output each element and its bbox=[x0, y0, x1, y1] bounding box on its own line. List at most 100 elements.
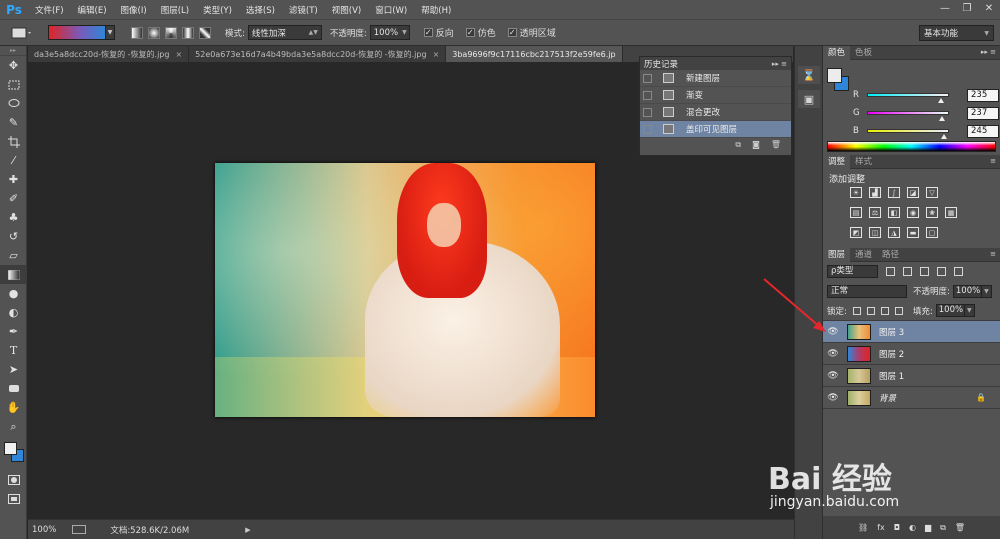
color-balance-icon[interactable]: ⚖ bbox=[869, 207, 881, 218]
history-source-checkbox[interactable] bbox=[643, 124, 652, 134]
workspace-select[interactable]: 基本功能 ▼ bbox=[919, 25, 994, 41]
menu-filter[interactable]: 滤镜(T) bbox=[282, 4, 325, 16]
screen-mode-icon[interactable] bbox=[0, 489, 27, 508]
document-tab-active[interactable]: 3ba9696f9c17116cbc217513f2e59fe6.jp bbox=[446, 46, 623, 62]
menu-file[interactable]: 文件(F) bbox=[28, 4, 71, 16]
new-document-from-state-icon[interactable]: ⧉ bbox=[735, 140, 741, 150]
invert-icon[interactable]: ◩ bbox=[850, 227, 862, 238]
clone-stamp-tool-icon[interactable]: ♣ bbox=[0, 208, 27, 227]
mode-select[interactable]: 线性加深 ▲▼ bbox=[247, 25, 322, 40]
hand-tool-icon[interactable]: ✋ bbox=[0, 398, 27, 417]
black-white-icon[interactable]: ◧ bbox=[888, 207, 900, 218]
history-item[interactable]: 混合更改 bbox=[640, 104, 791, 121]
layer-style-fx-icon[interactable]: fx bbox=[877, 523, 885, 532]
link-layers-icon[interactable]: ⛓ bbox=[858, 523, 868, 532]
trash-icon[interactable]: 🗑 bbox=[955, 523, 965, 532]
visibility-eye-icon[interactable]: 👁 bbox=[823, 371, 843, 381]
pixel-filter-icon[interactable] bbox=[886, 267, 895, 276]
tab-paths[interactable]: 路径 bbox=[877, 248, 904, 262]
eyedropper-tool-icon[interactable]: ⁄ bbox=[0, 151, 27, 170]
foreground-color-swatch[interactable] bbox=[4, 442, 17, 455]
layer-row[interactable]: 👁 图层 1 bbox=[823, 365, 1000, 387]
history-panel-icon[interactable]: ⌛ bbox=[798, 66, 820, 84]
panel-grip-icon[interactable]: ▸▸ bbox=[0, 46, 26, 56]
reflected-gradient-icon[interactable] bbox=[182, 26, 194, 39]
eraser-tool-icon[interactable]: ▱ bbox=[0, 246, 27, 265]
close-icon[interactable]: × bbox=[175, 50, 182, 59]
brightness-contrast-icon[interactable]: ☀ bbox=[850, 187, 862, 198]
visibility-eye-icon[interactable]: 👁 bbox=[823, 327, 843, 337]
red-slider[interactable] bbox=[867, 93, 949, 103]
history-item[interactable]: 新建图层 bbox=[640, 70, 791, 87]
levels-icon[interactable]: ▟ bbox=[869, 187, 881, 198]
trash-icon[interactable]: 🗑 bbox=[771, 140, 781, 149]
menu-help[interactable]: 帮助(H) bbox=[414, 4, 458, 16]
crop-tool-icon[interactable] bbox=[0, 132, 27, 151]
rectangle-tool-icon[interactable] bbox=[0, 379, 27, 398]
layer-name[interactable]: 图层 3 bbox=[879, 326, 904, 338]
slider-knob-icon[interactable] bbox=[939, 116, 945, 121]
tab-color[interactable]: 颜色 bbox=[823, 45, 851, 60]
vibrance-icon[interactable]: ▽ bbox=[926, 187, 938, 198]
layer-opacity-field[interactable]: 100% bbox=[952, 284, 982, 298]
menu-select[interactable]: 选择(S) bbox=[239, 4, 282, 16]
panel-menu-icon[interactable]: ≡ bbox=[990, 250, 996, 258]
lock-all-icon[interactable] bbox=[894, 306, 903, 315]
layer-row[interactable]: 👁 图层 3 bbox=[823, 321, 1000, 343]
blend-mode-select[interactable]: 正常 bbox=[827, 284, 907, 298]
minimize-icon[interactable]: — bbox=[934, 0, 956, 16]
layer-row[interactable]: 👁 背景 🔒 bbox=[823, 387, 1000, 409]
green-value[interactable]: 237 bbox=[967, 106, 999, 120]
linear-gradient-icon[interactable] bbox=[131, 26, 143, 39]
quick-mask-icon[interactable] bbox=[0, 470, 27, 489]
layer-name[interactable]: 背景 bbox=[879, 392, 896, 404]
history-brush-tool-icon[interactable]: ↺ bbox=[0, 227, 27, 246]
opacity-field[interactable]: 100% ▼ bbox=[369, 25, 410, 40]
tab-history[interactable]: 历史记录 bbox=[644, 58, 678, 70]
panel-menu-icon[interactable]: ▸▸ ≡ bbox=[772, 60, 787, 68]
fill-field[interactable]: 100% bbox=[935, 304, 965, 317]
angle-gradient-icon[interactable] bbox=[165, 26, 177, 39]
selective-color-icon[interactable]: ▢ bbox=[926, 227, 938, 238]
gradient-picker-arrow[interactable]: ▼ bbox=[106, 25, 115, 40]
menu-edit[interactable]: 编辑(E) bbox=[71, 4, 114, 16]
photo-filter-icon[interactable]: ◉ bbox=[907, 207, 919, 218]
gradient-editor-swatch[interactable] bbox=[48, 25, 106, 40]
restore-icon[interactable]: ❐ bbox=[956, 0, 978, 16]
foreground-color-swatch[interactable] bbox=[827, 68, 842, 83]
healing-brush-tool-icon[interactable]: ✚ bbox=[0, 170, 27, 189]
document-tab[interactable]: da3e5a8dcc20d-恢复的 -恢复的.jpg × bbox=[28, 46, 190, 62]
threshold-icon[interactable]: ◮ bbox=[888, 227, 900, 238]
close-icon[interactable]: × bbox=[433, 50, 440, 59]
gradient-tool-icon[interactable] bbox=[0, 265, 27, 284]
brush-tool-icon[interactable]: ✐ bbox=[0, 189, 27, 208]
posterize-icon[interactable]: ◫ bbox=[869, 227, 881, 238]
quick-select-tool-icon[interactable]: ✎ bbox=[0, 113, 27, 132]
lock-image-icon[interactable] bbox=[866, 306, 875, 315]
layer-name[interactable]: 图层 1 bbox=[879, 370, 904, 382]
dither-checkbox[interactable]: ✓ 仿色 bbox=[465, 26, 496, 39]
history-source-checkbox[interactable] bbox=[643, 107, 652, 117]
layer-filter-select[interactable]: ρ类型 bbox=[827, 265, 878, 278]
add-mask-icon[interactable]: ◘ bbox=[894, 523, 900, 532]
camera-snapshot-icon[interactable]: ◙ bbox=[752, 140, 760, 149]
tool-preset-picker[interactable] bbox=[8, 24, 36, 42]
panel-menu-icon[interactable]: ▸▸ ≡ bbox=[981, 48, 996, 56]
new-group-icon[interactable]: ▆ bbox=[925, 523, 931, 532]
red-value[interactable]: 235 bbox=[967, 88, 999, 102]
tab-swatches[interactable]: 色板 bbox=[850, 46, 877, 60]
blue-slider[interactable] bbox=[867, 129, 949, 139]
diamond-gradient-icon[interactable] bbox=[199, 26, 211, 39]
chevron-down-icon[interactable]: ▼ bbox=[964, 304, 975, 317]
reverse-checkbox[interactable]: ✓ 反向 bbox=[423, 26, 454, 39]
color-spectrum-bar[interactable] bbox=[827, 141, 996, 152]
pen-tool-icon[interactable]: ✒ bbox=[0, 322, 27, 341]
color-swatches[interactable] bbox=[0, 436, 27, 470]
close-icon[interactable]: ✕ bbox=[978, 0, 1000, 16]
curves-icon[interactable]: ∫ bbox=[888, 187, 900, 198]
move-tool-icon[interactable]: ✥ bbox=[0, 56, 27, 75]
gradient-map-icon[interactable]: ▬ bbox=[907, 227, 919, 238]
layer-name[interactable]: 图层 2 bbox=[879, 348, 904, 360]
blue-value[interactable]: 245 bbox=[967, 124, 999, 138]
visibility-eye-icon[interactable]: 👁 bbox=[823, 393, 843, 403]
